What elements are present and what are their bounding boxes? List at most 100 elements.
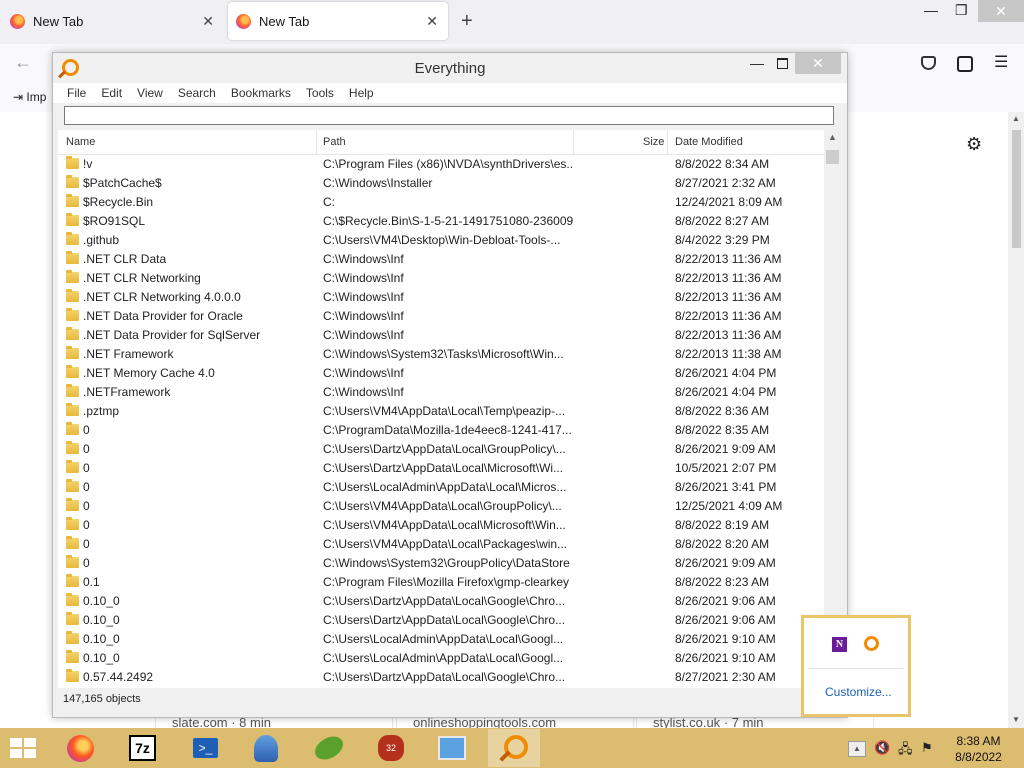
date-modified: 8/26/2021 9:10 AM	[675, 632, 776, 646]
customize-link[interactable]: Customize...	[825, 685, 892, 699]
taskbar-peazip-button[interactable]	[302, 729, 354, 767]
menu-view[interactable]: View	[137, 86, 163, 100]
table-row[interactable]: .NETFramework C:\Windows\Inf 8/26/2021 4:0…	[58, 382, 823, 401]
action-center-flag-icon[interactable]: ⚑	[921, 740, 933, 756]
menu-bookmarks[interactable]: Bookmarks	[231, 86, 291, 100]
table-row[interactable]: 0 C:\Users\LocalAdmin\AppData\Local\Micro…	[58, 477, 823, 496]
table-row[interactable]: 0.1 C:\Program Files\Mozilla Firefox\gmp-…	[58, 572, 823, 591]
hamburger-menu-icon[interactable]: ☰	[994, 52, 1008, 71]
column-divider[interactable]	[667, 130, 668, 154]
account-icon[interactable]	[957, 56, 973, 72]
folder-icon	[66, 479, 79, 492]
scroll-up-icon[interactable]: ▲	[1012, 114, 1020, 123]
column-divider[interactable]	[573, 130, 574, 154]
table-row[interactable]: 0.57.44.2492 C:\Users\Dartz\AppData\Local…	[58, 667, 823, 686]
table-row[interactable]: 0.10_0 C:\Users\LocalAdmin\AppData\Local\…	[58, 648, 823, 667]
network-icon[interactable]: 🖧	[898, 740, 913, 762]
browser-tab[interactable]: New Tab ✕	[0, 2, 224, 40]
close-window-button[interactable]: ✕	[978, 0, 1024, 22]
table-row[interactable]: $RO91SQL C:\$Recycle.Bin\S-1-5-21-1491751…	[58, 211, 823, 230]
new-tab-button[interactable]: +	[461, 10, 473, 33]
window-title: Everything	[414, 60, 486, 77]
scroll-thumb[interactable]	[1012, 130, 1021, 248]
menu-tools[interactable]: Tools	[306, 86, 334, 100]
system-clock[interactable]: 8:38 AM 8/8/2022	[941, 733, 1016, 765]
table-row[interactable]: .NET Data Provider for SqlServer C:\Windo…	[58, 325, 823, 344]
taskbar-bug-app-button[interactable]: 32	[364, 729, 416, 767]
folder-icon	[66, 365, 79, 378]
import-bookmarks-button[interactable]: ⇥ Imp	[13, 90, 46, 104]
tab-close-icon[interactable]: ✕	[202, 13, 214, 30]
taskbar-control-panel-button[interactable]	[426, 729, 478, 767]
everything-titlebar[interactable]: Everything — ✕	[53, 53, 847, 83]
restore-window-icon[interactable]: ❐	[955, 2, 968, 19]
table-row[interactable]: .NET CLR Networking 4.0.0.0 C:\Windows\In…	[58, 287, 823, 306]
windows-start-icon[interactable]	[10, 738, 37, 759]
back-arrow-icon[interactable]: ←	[14, 52, 32, 73]
taskbar-powershell-button[interactable]: >_	[180, 729, 232, 767]
menu-edit[interactable]: Edit	[101, 86, 122, 100]
table-row[interactable]: 0 C:\Users\VM4\AppData\Local\Packages\win…	[58, 534, 823, 553]
tray-overflow-chevron-icon[interactable]: ▲	[848, 741, 866, 757]
date-modified: 8/22/2013 11:36 AM	[675, 328, 782, 342]
scroll-thumb[interactable]	[826, 150, 839, 164]
tab-close-icon[interactable]: ✕	[426, 13, 438, 30]
clock-date: 8/8/2022	[955, 750, 1002, 764]
nvda-icon[interactable]: N	[832, 637, 847, 652]
minimize-icon[interactable]: —	[750, 55, 764, 71]
scroll-down-icon[interactable]: ▼	[1012, 715, 1020, 724]
gear-icon[interactable]: ⚙	[966, 134, 982, 155]
table-row[interactable]: $Recycle.Bin C: 12/24/2021 8:09 AM	[58, 192, 823, 211]
date-modified: 8/8/2022 8:35 AM	[675, 423, 770, 437]
column-size[interactable]: Size	[643, 136, 664, 148]
menu-search[interactable]: Search	[178, 86, 216, 100]
table-row[interactable]: .NET Framework C:\Windows\System32\Tasks\…	[58, 344, 823, 363]
table-row[interactable]: 0.10_0 C:\Users\Dartz\AppData\Local\Googl…	[58, 591, 823, 610]
search-input[interactable]	[64, 106, 834, 125]
date-modified: 8/26/2021 9:09 AM	[675, 442, 776, 456]
date-modified: 8/26/2021 4:04 PM	[675, 366, 777, 380]
taskbar-7zip-button[interactable]: 7z	[117, 729, 169, 767]
menu-file[interactable]: File	[67, 86, 86, 100]
table-row[interactable]: 0 C:\Users\VM4\AppData\Local\Microsoft\Wi…	[58, 515, 823, 534]
menu-help[interactable]: Help	[349, 86, 374, 100]
file-name: !v	[83, 157, 93, 171]
table-row[interactable]: 0 C:\Users\VM4\AppData\Local\GroupPolicy\…	[58, 496, 823, 515]
table-row[interactable]: .pztmp C:\Users\VM4\AppData\Local\Temp\pe…	[58, 401, 823, 420]
column-date-modified[interactable]: Date Modified	[675, 136, 743, 148]
volume-muted-icon[interactable]: 🔇	[874, 740, 890, 756]
table-row[interactable]: $PatchCache$ C:\Windows\Installer 8/27/202…	[58, 173, 823, 192]
table-row[interactable]: 0 C:\ProgramData\Mozilla-1de4eec8-1241-41…	[58, 420, 823, 439]
taskbar-everything-button[interactable]	[488, 729, 540, 767]
table-row[interactable]: 0 C:\Users\Dartz\AppData\Local\GroupPolic…	[58, 439, 823, 458]
column-divider[interactable]	[316, 130, 317, 154]
results-scrollbar[interactable]: ▲	[824, 130, 841, 688]
column-path[interactable]: Path	[323, 136, 346, 148]
page-scrollbar[interactable]: ▲ ▼	[1008, 112, 1024, 728]
taskbar: 7z >_ 32 ▲ 🔇 🖧 ⚑ 8:38 AM 8/8/2022	[0, 728, 1024, 768]
column-name[interactable]: Name	[66, 136, 95, 148]
table-row[interactable]: .NET CLR Data C:\Windows\Inf 8/22/2013 11:…	[58, 249, 823, 268]
table-row[interactable]: .NET CLR Networking C:\Windows\Inf 8/22/20…	[58, 268, 823, 287]
maximize-icon[interactable]	[777, 58, 788, 69]
table-row[interactable]: 0.10_0 C:\Users\Dartz\AppData\Local\Googl…	[58, 610, 823, 629]
table-row[interactable]: .NET Data Provider for Oracle C:\Windows\…	[58, 306, 823, 325]
tab-title: New Tab	[259, 13, 310, 29]
pocket-icon[interactable]	[921, 56, 936, 70]
table-row[interactable]: 0 C:\Windows\System32\GroupPolicy\DataSto…	[58, 553, 823, 572]
minimize-window-icon[interactable]: —	[924, 2, 938, 18]
taskbar-narrator-button[interactable]	[240, 729, 292, 767]
table-row[interactable]: 0 C:\Users\Dartz\AppData\Local\Microsoft\…	[58, 458, 823, 477]
everything-window: Everything — ✕ File Edit View Search Boo…	[52, 52, 848, 718]
table-row[interactable]: !v C:\Program Files (x86)\NVDA\synthDrive…	[58, 154, 823, 173]
table-row[interactable]: .NET Memory Cache 4.0 C:\Windows\Inf 8/26/…	[58, 363, 823, 382]
table-row[interactable]: .github C:\Users\VM4\Desktop\Win-Debloat-…	[58, 230, 823, 249]
scroll-up-icon[interactable]: ▲	[828, 132, 837, 142]
date-modified: 8/26/2021 4:04 PM	[675, 385, 777, 399]
browser-tab-active[interactable]: New Tab ✕	[228, 2, 448, 40]
everything-magnifier-icon[interactable]	[864, 636, 879, 651]
table-row[interactable]: 0.10_0 C:\Users\LocalAdmin\AppData\Local\…	[58, 629, 823, 648]
taskbar-firefox-button[interactable]	[54, 729, 106, 767]
close-button[interactable]: ✕	[795, 53, 841, 74]
date-modified: 8/22/2013 11:36 AM	[675, 271, 782, 285]
